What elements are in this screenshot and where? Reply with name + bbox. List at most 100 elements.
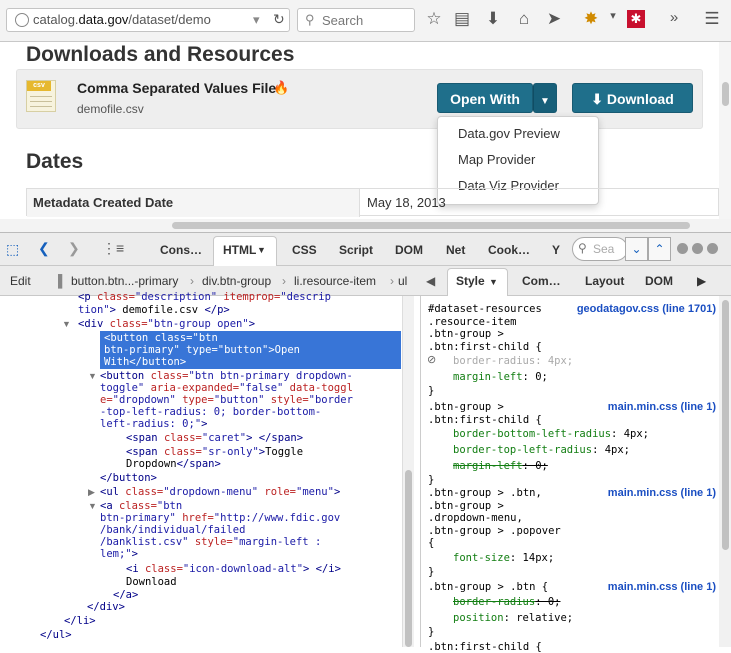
search-box[interactable]: ⚲ Search <box>297 8 415 32</box>
html-source-line[interactable]: /banklist.csv" style="margin-left : <box>100 536 321 549</box>
html-source-line[interactable]: <div class="btn-group open"> <box>78 318 255 331</box>
firebug-icon[interactable]: ✸ <box>580 9 602 29</box>
html-source-line[interactable]: Download <box>126 576 177 589</box>
page-vertical-scrollbar[interactable] <box>719 42 731 232</box>
tab-layout[interactable]: Layout <box>585 274 624 288</box>
search-prev-button[interactable]: ⌃ <box>648 237 671 261</box>
menu-item-map-provider[interactable]: Map Provider <box>458 152 535 167</box>
expand-twisty-icon[interactable]: ▼ <box>88 371 97 381</box>
tab-css[interactable]: CSS <box>292 243 317 257</box>
html-source-line[interactable]: <a class="btn <box>100 500 182 513</box>
breadcrumb-ul[interactable]: ul <box>398 274 407 288</box>
download-button[interactable]: ⬇ Download <box>572 83 693 113</box>
tab-html-label[interactable]: HTML <box>223 243 256 257</box>
css-property[interactable]: border-top-left-radius: 4px; <box>453 444 630 456</box>
html-panel-scroll-thumb[interactable] <box>405 470 412 647</box>
css-source-link[interactable]: geodatagov.css (line 1701) <box>577 303 716 315</box>
html-source-line[interactable]: <span class="caret"> </span> <box>126 432 303 445</box>
css-property[interactable]: border-radius: 0; <box>453 596 560 608</box>
tab-style-label[interactable]: Style <box>456 274 485 288</box>
side-tabs-scroll-right-icon[interactable]: ▶ <box>697 274 706 288</box>
close-icon[interactable] <box>707 243 718 254</box>
home-icon[interactable]: ⌂ <box>513 9 535 29</box>
html-source-line[interactable]: </li> <box>64 615 96 628</box>
expand-twisty-icon[interactable]: ▼ <box>88 501 97 511</box>
open-with-dropdown-toggle[interactable]: ▼ <box>533 83 557 113</box>
detach-icon[interactable] <box>692 243 703 254</box>
tab-dom-side[interactable]: DOM <box>645 274 673 288</box>
html-source-line[interactable]: e="dropdown" type="button" style="border <box>100 394 353 407</box>
inspect-icon[interactable]: ⬚ <box>6 241 19 258</box>
breadcrumb-div[interactable]: div.btn-group <box>202 274 271 288</box>
tab-computed[interactable]: Com… <box>522 274 561 288</box>
html-source-line[interactable]: lem;"> <box>100 548 138 561</box>
css-property[interactable]: margin-left: 0; <box>453 371 548 383</box>
send-icon[interactable]: ➤ <box>543 9 565 29</box>
style-panel-scroll-thumb[interactable] <box>722 300 729 550</box>
html-source-line[interactable]: Dropdown</span> <box>126 458 221 471</box>
html-source-line[interactable]: /bank/individual/failed <box>100 524 245 537</box>
html-source-line[interactable]: <p class="description" itemprop="descrip <box>78 291 331 304</box>
page-hscroll-thumb[interactable] <box>172 222 690 229</box>
downloads-icon[interactable]: ⬇ <box>482 9 504 29</box>
css-source-link[interactable]: main.min.css (line 1) <box>608 401 716 413</box>
selected-node-line[interactable]: <button class="btn <box>104 332 218 345</box>
tab-net[interactable]: Net <box>446 243 465 257</box>
html-source-line[interactable]: <ul class="dropdown-menu" role="menu"> <box>100 486 340 499</box>
collapse-twisty-icon[interactable]: ▶ <box>88 487 95 498</box>
overflow-chevron-icon[interactable]: » <box>663 9 685 26</box>
selected-node-line[interactable]: btn-primary" type="button">Open <box>104 344 300 357</box>
css-source-link[interactable]: main.min.css (line 1) <box>608 487 716 499</box>
css-property[interactable]: border-radius: 4px; <box>453 355 573 367</box>
minimize-icon[interactable] <box>677 243 688 254</box>
page-scroll-thumb[interactable] <box>722 82 729 106</box>
tab-script[interactable]: Script <box>339 243 373 257</box>
html-source-line[interactable]: -top-left-radius: 0; border-bottom- <box>100 406 321 419</box>
html-source-line[interactable]: <i class="icon-download-alt"> </i> <box>126 563 341 576</box>
html-source-line[interactable]: btn-primary" href="http://www.fdic.gov <box>100 512 340 525</box>
style-tab-chevron-icon[interactable]: ▼ <box>489 277 498 287</box>
css-property[interactable]: font-size: 14px; <box>453 552 554 564</box>
html-source-line[interactable]: </ul> <box>40 629 72 642</box>
command-line-icon[interactable]: ⋮≡ <box>102 240 124 257</box>
tab-console[interactable]: Cons… <box>160 243 202 257</box>
url-bar[interactable]: catalog.data.gov/dataset/demo ▾ ↻ <box>6 8 290 32</box>
disabled-property-icon[interactable]: ⊘ <box>427 353 436 366</box>
hamburger-menu-icon[interactable]: ☰ <box>701 9 723 29</box>
addon-asterisk-icon[interactable]: ✱ <box>627 10 645 28</box>
css-property[interactable]: position: relative; <box>453 612 573 624</box>
css-property[interactable]: margin-left: 0; <box>453 460 548 472</box>
dropdown-history-icon[interactable]: ▾ <box>253 12 260 28</box>
search-next-button[interactable]: ⌄ <box>625 237 648 261</box>
edit-button[interactable]: Edit <box>10 274 31 288</box>
html-source-line[interactable]: <button class="btn btn-primary dropdown- <box>100 370 353 383</box>
forward-arrow-icon[interactable]: ❯ <box>68 240 80 257</box>
html-source-line[interactable]: left-radius: 0;"> <box>100 418 207 431</box>
breadcrumb-li[interactable]: li.resource-item <box>294 274 376 288</box>
bookmark-star-icon[interactable]: ☆ <box>423 9 445 29</box>
html-source-line[interactable]: toggle" aria-expanded="false" data-toggl <box>100 382 353 395</box>
back-arrow-icon[interactable]: ❮ <box>38 240 50 257</box>
open-with-button[interactable]: Open With <box>437 83 533 113</box>
devtools-search-input[interactable]: ⚲ Sea <box>572 237 628 261</box>
tab-cookies[interactable]: Cook… <box>488 243 530 257</box>
resource-title[interactable]: Comma Separated Values File <box>77 80 276 96</box>
css-property[interactable]: border-bottom-left-radius: 4px; <box>453 428 649 440</box>
tab-dom[interactable]: DOM <box>395 243 423 257</box>
html-source-line[interactable]: tion"> demofile.csv </p> <box>78 304 230 317</box>
html-source-line[interactable]: </div> <box>87 601 125 614</box>
selected-node-line[interactable]: With</button> <box>104 356 186 369</box>
menu-item-datagov-preview[interactable]: Data.gov Preview <box>458 126 560 141</box>
html-tab-chevron-icon[interactable]: ▼ <box>257 245 266 255</box>
expand-twisty-icon[interactable]: ▼ <box>62 319 71 329</box>
firebug-menu-chevron-icon[interactable]: ▾ <box>602 9 624 22</box>
reload-icon[interactable]: ↻ <box>273 11 285 28</box>
css-source-link[interactable]: main.min.css (line 1) <box>608 581 716 593</box>
breadcrumb-button[interactable]: button.btn...-primary <box>71 274 178 288</box>
html-source-line[interactable]: </a> <box>113 589 138 602</box>
breadcrumb-scroll-left-icon[interactable]: ◀ <box>426 274 435 288</box>
reading-list-icon[interactable]: ▤ <box>451 9 473 29</box>
html-source-line[interactable]: <span class="sr-only">Toggle <box>126 446 303 459</box>
tab-more[interactable]: Y <box>552 243 560 257</box>
html-source-line[interactable]: </button> <box>100 472 157 485</box>
